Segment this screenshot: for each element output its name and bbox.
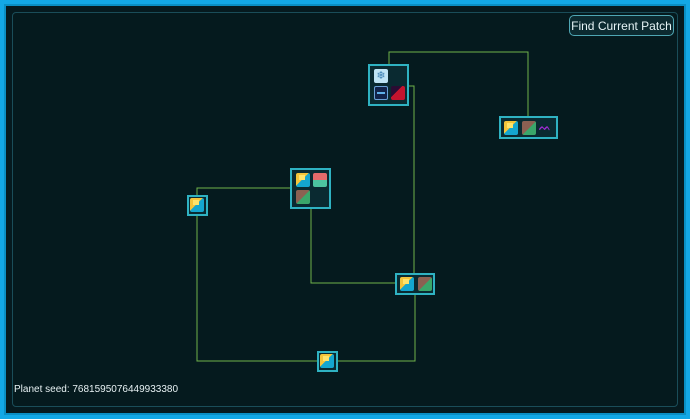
find-current-patch-button[interactable]: Find Current Patch (569, 15, 674, 36)
connection-lines (196, 51, 529, 362)
patch-node-top[interactable]: ❄ (368, 64, 409, 106)
deep-sea-icon (374, 86, 388, 100)
patch-node-lower-right[interactable] (395, 273, 435, 295)
wave-icon (313, 173, 327, 187)
mud-icon (296, 190, 310, 204)
connector-lowerright-bottom (338, 294, 416, 362)
patch-node-middle[interactable] (290, 168, 331, 209)
shallow-sea-icon (296, 173, 310, 187)
patch-node-left[interactable] (187, 195, 208, 216)
mud-icon (522, 121, 536, 135)
connector-top-right (388, 51, 529, 117)
shallow-sea-icon (190, 198, 204, 212)
shallow-sea-icon (504, 121, 518, 135)
connector-middle-lowerright (310, 208, 396, 284)
planet-seed-label: Planet seed: 7681595076449933380 (14, 384, 179, 395)
snowflake-icon: ❄ (374, 69, 388, 83)
shallow-sea-icon (320, 354, 334, 368)
connector-middle-left (196, 187, 291, 196)
patch-node-right[interactable]: ᨓ (499, 116, 558, 139)
patch-node-bottom[interactable] (317, 351, 338, 372)
connector-left-bottom (196, 216, 317, 362)
vent-icon (391, 86, 405, 100)
connector-top-lowerright (408, 85, 415, 273)
mud-icon (418, 277, 432, 291)
shallow-sea-icon (400, 277, 414, 291)
purple-icon: ᨓ (539, 122, 551, 133)
